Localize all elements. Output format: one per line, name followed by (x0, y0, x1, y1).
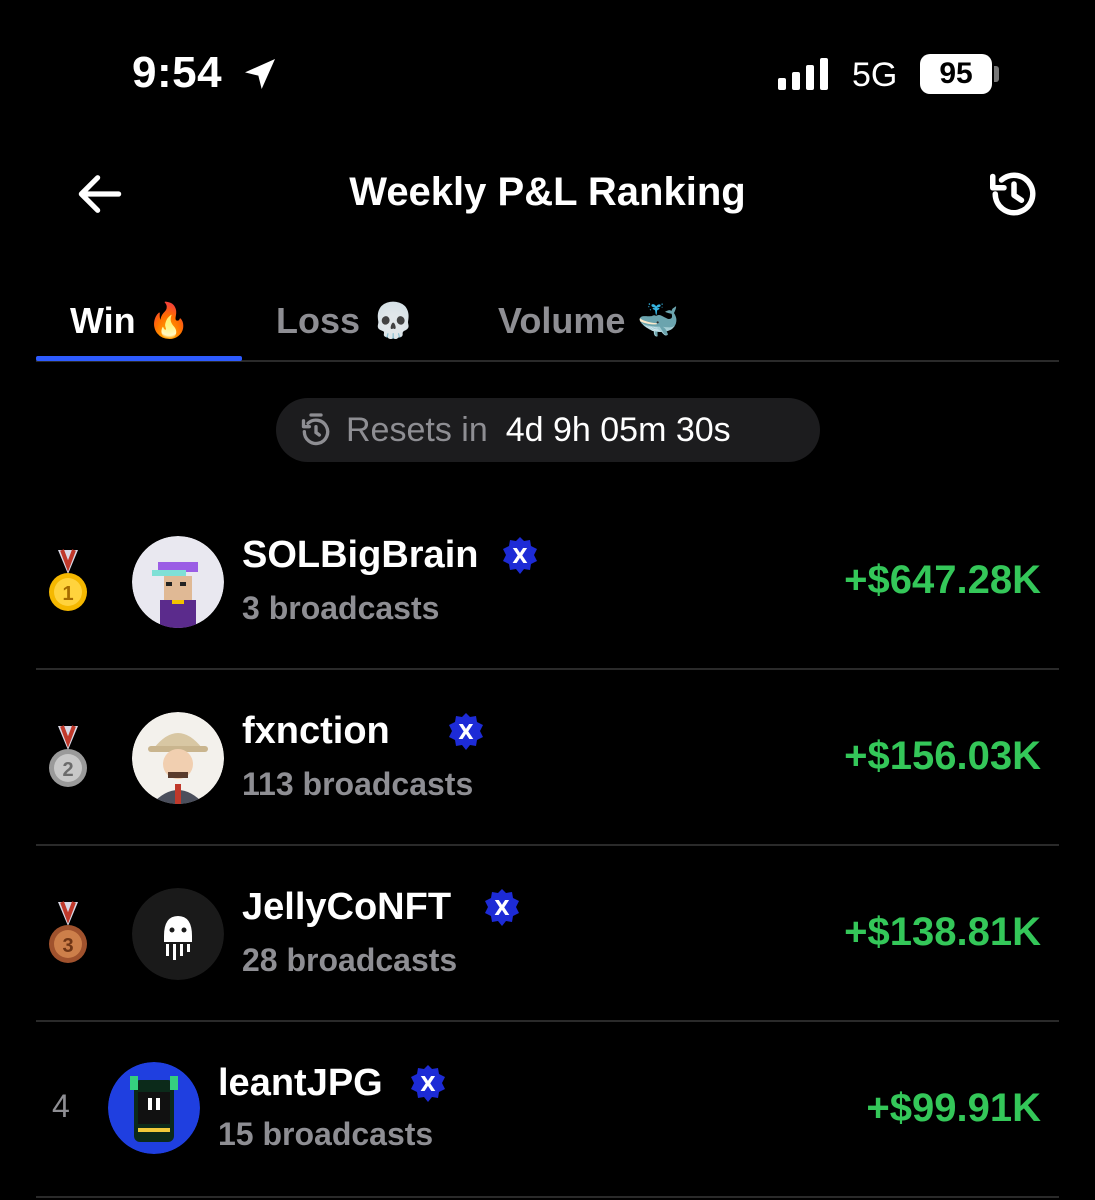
pnl-value: +$138.81K (844, 910, 1041, 954)
status-bar: 9:54 5G 95 (0, 0, 1095, 140)
signal-icon (778, 58, 828, 90)
broadcast-count: 3 broadcasts (242, 590, 440, 626)
x-verified-badge-icon: X (449, 713, 483, 750)
tab-volume[interactable]: Volume 🐳 (498, 282, 680, 360)
whale-icon: 🐳 (637, 302, 680, 340)
timer-icon (301, 413, 330, 446)
tab-loss[interactable]: Loss 💀 (276, 282, 414, 360)
reset-timer: Resets in 4d 9h 05m 30s (276, 398, 820, 462)
user-name: fxnction (242, 710, 390, 752)
battery-tip (994, 66, 999, 82)
svg-text:X: X (458, 720, 474, 744)
user-name: SOLBigBrain (242, 534, 479, 576)
svg-text:X: X (420, 1072, 436, 1096)
location-arrow-icon (245, 59, 275, 89)
fire-icon: 🔥 (147, 302, 190, 340)
pnl-value: +$99.91K (866, 1086, 1041, 1130)
silver-medal-icon: 2 (49, 725, 87, 787)
svg-text:2: 2 (62, 759, 73, 781)
ranking-row[interactable]: 2 fxnction X 113 broadcasts +$156.03K (36, 670, 1059, 846)
bronze-medal-icon: 3 (49, 901, 87, 963)
broadcast-count: 15 broadcasts (218, 1116, 434, 1152)
skull-icon: 💀 (372, 302, 415, 340)
ranking-tabs: Win 🔥 Loss 💀 Volume 🐳 (36, 282, 1059, 362)
reset-countdown: 4d 9h 05m 30s (505, 410, 731, 449)
tab-win[interactable]: Win 🔥 (70, 282, 190, 360)
x-verified-badge-icon: X (485, 889, 519, 926)
page-title: Weekly P&L Ranking (349, 170, 746, 214)
rank-number: 4 (52, 1088, 70, 1124)
user-name: leantJPG (218, 1062, 383, 1104)
avatar (132, 888, 224, 980)
active-tab-indicator (36, 356, 242, 361)
battery-level: 95 (920, 54, 992, 94)
tab-volume-label: Volume (498, 300, 626, 341)
history-icon[interactable] (984, 164, 1044, 224)
network-type: 5G (852, 56, 898, 94)
x-verified-badge-icon: X (411, 1065, 445, 1102)
ranking-row[interactable]: 1 SOLBigBrain X 3 broadcasts +$647.28K (36, 494, 1059, 670)
x-verified-badge-icon: X (503, 537, 537, 574)
broadcast-count: 113 broadcasts (242, 766, 474, 802)
svg-text:X: X (512, 544, 528, 568)
gold-medal-icon: 1 (49, 549, 87, 611)
status-time: 9:54 (132, 48, 223, 97)
tab-loss-label: Loss (276, 300, 361, 341)
ranking-row[interactable]: 4 leantJPG X 15 broadcasts +$99.91K (36, 1022, 1059, 1198)
user-name: JellyCoNFT (242, 886, 452, 928)
avatar (132, 536, 224, 628)
pnl-value: +$156.03K (844, 734, 1041, 778)
reset-label: Resets in (346, 410, 488, 449)
svg-text:3: 3 (62, 935, 73, 957)
avatar (132, 712, 224, 804)
svg-text:1: 1 (62, 583, 73, 605)
broadcast-count: 28 broadcasts (242, 942, 458, 978)
ranking-row[interactable]: 3 JellyCoNFT X 28 broadcasts +$138.81K (36, 846, 1059, 1022)
tab-win-label: Win (70, 300, 136, 341)
pnl-value: +$647.28K (844, 558, 1041, 602)
svg-text:X: X (494, 896, 510, 920)
avatar (108, 1062, 200, 1154)
